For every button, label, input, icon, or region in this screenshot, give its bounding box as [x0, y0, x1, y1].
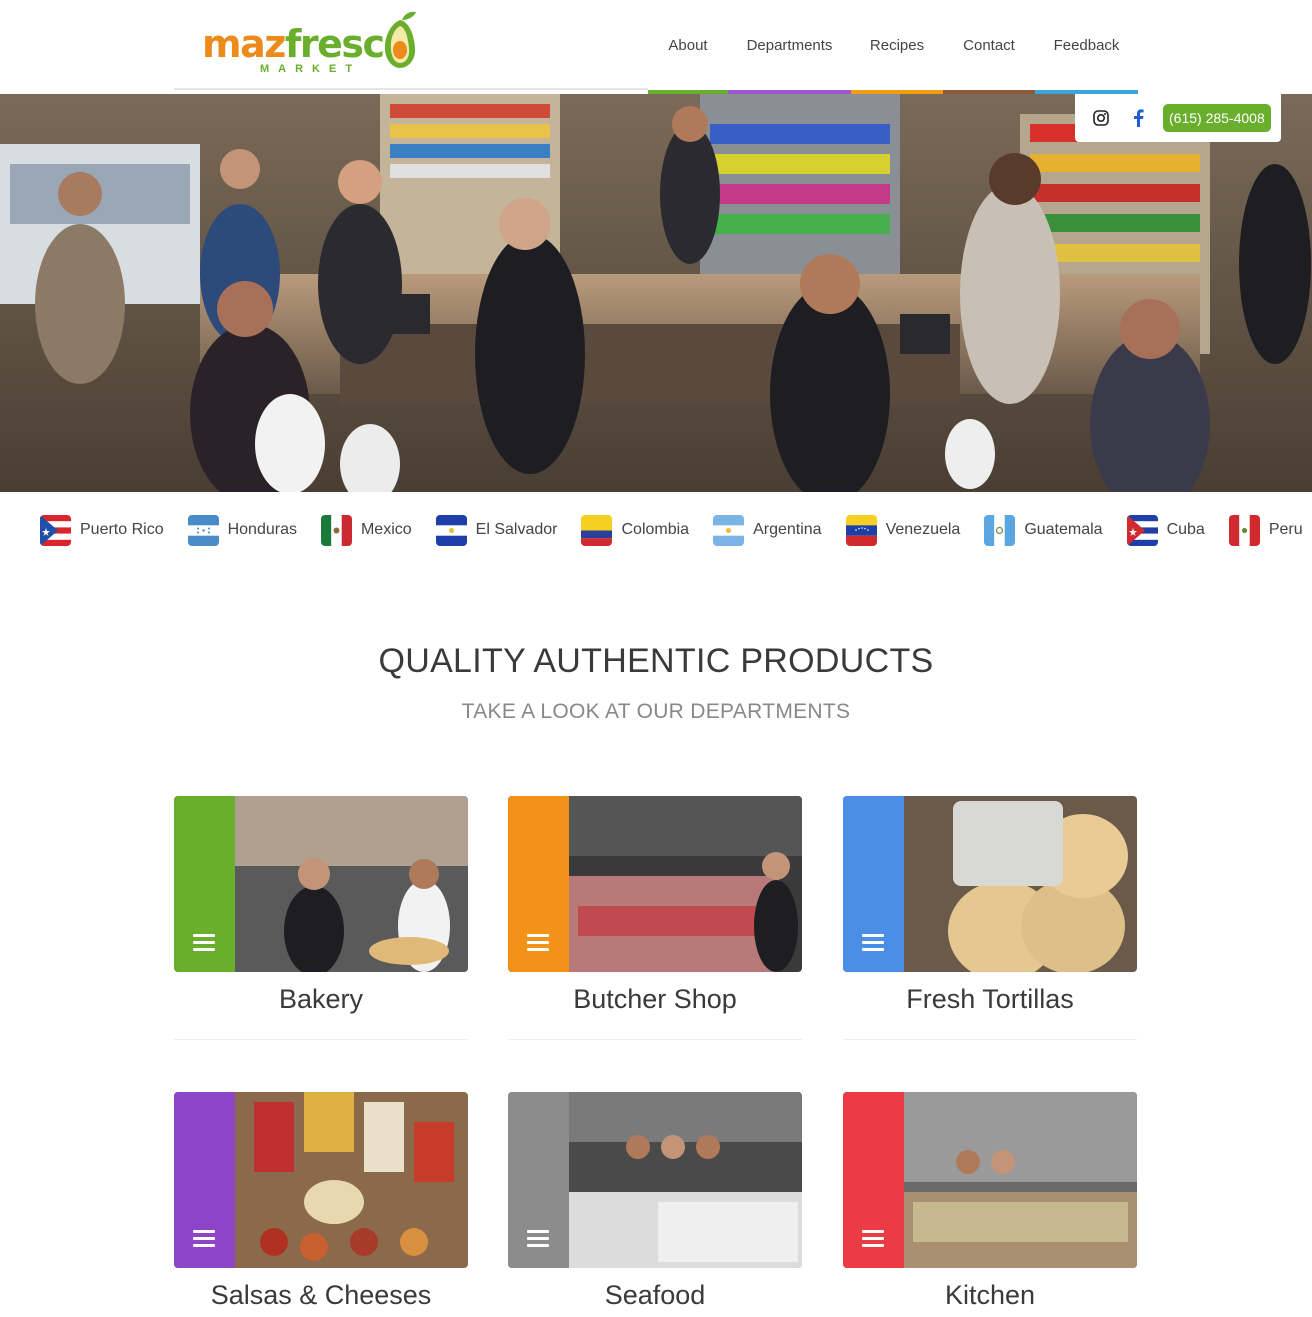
country-el-salvador[interactable]: El Salvador	[435, 514, 558, 546]
flag-el-salvador-icon	[435, 514, 467, 546]
country-peru[interactable]: Peru	[1228, 514, 1303, 546]
instagram-icon[interactable]	[1089, 106, 1113, 130]
dept-photo	[174, 796, 468, 972]
flag-honduras-icon	[187, 514, 219, 546]
nav-recipes-label: Recipes	[869, 37, 925, 54]
nav-departments[interactable]: Departments	[728, 0, 851, 94]
dept-name: Bakery	[278, 984, 364, 1014]
menu-icon	[527, 934, 549, 955]
flag-peru-icon	[1228, 514, 1260, 546]
nav-recipes[interactable]: Recipes	[851, 0, 943, 94]
dept-photo	[508, 1092, 802, 1268]
flag-colombia-icon	[581, 514, 613, 546]
countries-bar: Puerto Rico Honduras Mexico El Salvador …	[40, 512, 1303, 548]
country-cuba[interactable]: Cuba	[1126, 514, 1205, 546]
flag-cuba-icon	[1126, 514, 1158, 546]
nav-feedback[interactable]: Feedback	[1035, 0, 1138, 94]
dept-card-fresh-tortillas[interactable]: Fresh Tortillas	[843, 796, 1137, 1042]
country-guatemala[interactable]: Guatemala	[984, 514, 1103, 546]
nav-departments-label: Departments	[746, 37, 833, 54]
dept-divider	[508, 1039, 802, 1040]
menu-icon	[862, 1230, 884, 1251]
country-name: Cuba	[1166, 521, 1205, 538]
dept-photo	[508, 796, 802, 972]
country-argentina[interactable]: Argentina	[713, 514, 822, 546]
section-title: QUALITY AUTHENTIC PRODUCTS	[378, 642, 934, 680]
dept-name: Butcher Shop	[573, 984, 737, 1014]
hero-image	[0, 94, 1312, 492]
logo-market-text: MARKET	[260, 63, 362, 75]
social-contact-box: (615) 285-4008	[1075, 94, 1281, 142]
country-name: Argentina	[753, 521, 822, 538]
main-nav: About Departments Recipes Contact Feedba…	[648, 0, 1138, 94]
phone-button[interactable]: (615) 285-4008	[1163, 104, 1271, 132]
site-header: mazfresc MARKET About Departments Recipe…	[0, 0, 1312, 94]
flag-mexico-icon	[320, 514, 352, 546]
menu-icon	[527, 1230, 549, 1251]
logo-wordmark: mazfresc	[202, 22, 385, 66]
country-mexico[interactable]: Mexico	[320, 514, 412, 546]
menu-icon	[862, 934, 884, 955]
country-honduras[interactable]: Honduras	[187, 514, 297, 546]
country-name: Honduras	[227, 521, 297, 538]
country-name: Colombia	[621, 521, 690, 538]
avocado-icon	[384, 11, 416, 68]
nav-about-label: About	[668, 37, 708, 54]
country-name: El Salvador	[475, 521, 558, 538]
dept-name: Kitchen	[944, 1280, 1036, 1310]
country-name: Mexico	[360, 521, 412, 538]
menu-icon	[193, 1230, 215, 1251]
nav-contact-label: Contact	[963, 37, 1015, 54]
section-subtitle: TAKE A LOOK AT OUR DEPARTMENTS	[461, 700, 851, 723]
dept-name: Fresh Tortillas	[906, 984, 1074, 1014]
menu-icon	[193, 934, 215, 955]
dept-card-bakery[interactable]: Bakery	[174, 796, 468, 1042]
dept-card-seafood[interactable]: Seafood	[508, 1092, 802, 1317]
country-name: Venezuela	[885, 521, 961, 538]
facebook-icon[interactable]	[1126, 106, 1150, 130]
country-name: Peru	[1268, 521, 1303, 538]
country-name: Puerto Rico	[80, 521, 164, 538]
dept-name: Salsas & Cheeses	[210, 1280, 432, 1310]
dept-card-salsas-cheeses[interactable]: Salsas & Cheeses	[174, 1092, 468, 1317]
dept-divider	[843, 1039, 1137, 1040]
country-name: Guatemala	[1024, 521, 1103, 538]
flag-guatemala-icon	[984, 514, 1016, 546]
nav-contact[interactable]: Contact	[943, 0, 1035, 94]
dept-photo	[174, 1092, 468, 1268]
mazfresco-logo[interactable]: mazfresc MARKET	[202, 10, 418, 76]
dept-card-butcher-shop[interactable]: Butcher Shop	[508, 796, 802, 1042]
dept-photo	[843, 1092, 1137, 1268]
country-colombia[interactable]: Colombia	[581, 514, 690, 546]
flag-puerto-rico-icon	[40, 514, 71, 546]
dept-name: Seafood	[604, 1280, 706, 1310]
nav-feedback-label: Feedback	[1053, 37, 1120, 54]
dept-card-kitchen[interactable]: Kitchen	[843, 1092, 1137, 1317]
dept-photo	[843, 796, 1137, 972]
flag-argentina-icon	[713, 514, 745, 546]
country-venezuela[interactable]: Venezuela	[845, 514, 961, 546]
country-puerto-rico[interactable]: Puerto Rico	[40, 514, 164, 546]
dept-divider	[174, 1039, 468, 1040]
nav-about[interactable]: About	[648, 0, 728, 94]
grocery-store-photo	[0, 94, 1312, 492]
flag-venezuela-icon	[845, 514, 877, 546]
header-divider	[174, 88, 648, 90]
